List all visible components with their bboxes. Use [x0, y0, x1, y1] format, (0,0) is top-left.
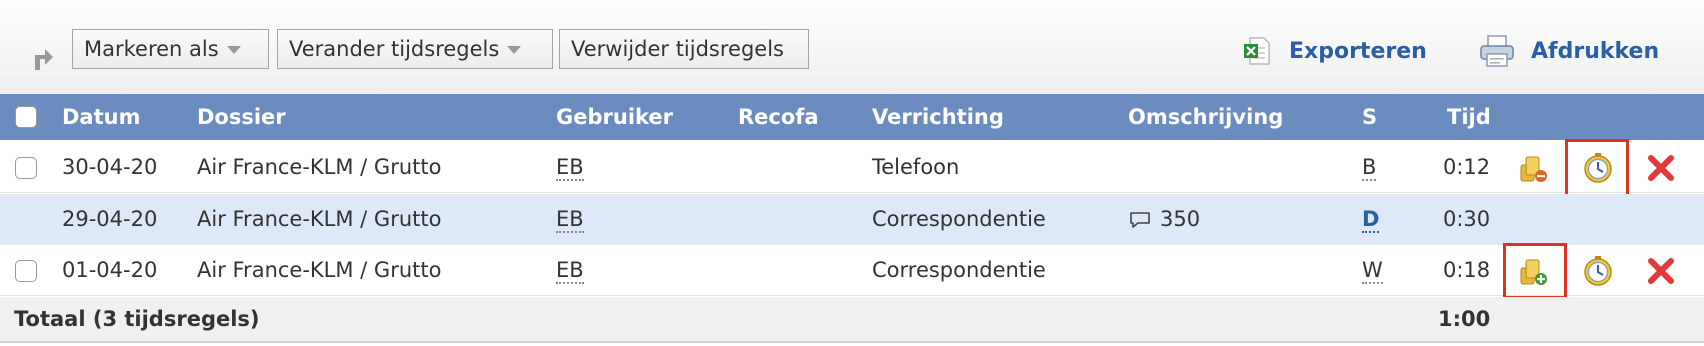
- row-description[interactable]: 350: [1128, 194, 1200, 245]
- column-recofa[interactable]: Recofa: [738, 94, 819, 140]
- column-datum[interactable]: Datum: [62, 94, 140, 140]
- row-user[interactable]: EB: [556, 258, 584, 284]
- table-row[interactable]: 29-04-20 Air France-KLM / Grutto EB Corr…: [0, 194, 1704, 245]
- delete-lines-button[interactable]: Verwijder tijdsregels: [559, 29, 809, 69]
- column-omschrijving[interactable]: Omschrijving: [1128, 94, 1283, 140]
- table-header: Datum Dossier Gebruiker Recofa Verrichti…: [0, 94, 1704, 140]
- coins-remove-icon[interactable]: [1516, 151, 1550, 185]
- bulk-action-arrow-icon: [35, 49, 53, 70]
- row-dossier: Air France-KLM / Grutto: [197, 207, 442, 231]
- column-dossier[interactable]: Dossier: [197, 94, 286, 140]
- mark-as-label: Markeren als: [84, 37, 219, 61]
- delete-lines-label: Verwijder tijdsregels: [571, 37, 784, 61]
- table-row[interactable]: 30-04-20 Air France-KLM / Grutto EB Tele…: [0, 139, 1704, 197]
- excel-icon: [1244, 37, 1270, 65]
- row-dossier: Air France-KLM / Grutto: [197, 155, 442, 179]
- row-date: 29-04-20: [62, 207, 158, 231]
- chevron-down-icon: [226, 46, 241, 54]
- change-lines-label: Verander tijdsregels: [289, 37, 500, 61]
- row-dossier: Air France-KLM / Grutto: [197, 258, 442, 282]
- time-entries-panel: Markeren als Verander tijdsregels Verwij…: [0, 0, 1704, 346]
- row-date: 01-04-20: [62, 258, 158, 282]
- column-gebruiker[interactable]: Gebruiker: [556, 94, 673, 140]
- comment-icon: [1130, 212, 1150, 228]
- table-footer: Totaal (3 tijdsregels) 1:00: [0, 297, 1704, 343]
- select-all-checkbox[interactable]: [15, 106, 37, 128]
- row-status[interactable]: D: [1362, 207, 1380, 233]
- toolbar: Markeren als Verander tijdsregels Verwij…: [0, 0, 1704, 94]
- row-time: 0:12: [1443, 155, 1491, 179]
- column-status[interactable]: S: [1362, 94, 1377, 140]
- comment-count: 350: [1160, 207, 1201, 231]
- change-lines-dropdown[interactable]: Verander tijdsregels: [277, 29, 553, 69]
- total-label: Totaal (3 tijdsregels): [14, 307, 260, 331]
- row-checkbox[interactable]: [15, 157, 37, 179]
- column-tijd[interactable]: Tijd: [1447, 94, 1491, 140]
- delete-icon[interactable]: [1644, 254, 1678, 288]
- row-action: Correspondentie: [872, 258, 1046, 282]
- add-coins-highlight-box: [1503, 243, 1567, 299]
- column-verrichting[interactable]: Verrichting: [872, 94, 1004, 140]
- print-link[interactable]: Afdrukken: [1479, 34, 1659, 68]
- print-label: Afdrukken: [1531, 38, 1660, 64]
- mark-as-dropdown[interactable]: Markeren als: [72, 29, 269, 69]
- chevron-down-icon: [507, 46, 522, 54]
- timer-icon[interactable]: [1581, 254, 1615, 288]
- delete-icon[interactable]: [1644, 151, 1678, 185]
- row-user[interactable]: EB: [556, 155, 584, 181]
- row-status[interactable]: B: [1362, 155, 1377, 181]
- timer-highlight-box: [1565, 139, 1629, 197]
- table-row[interactable]: 01-04-20 Air France-KLM / Grutto EB Corr…: [0, 243, 1704, 299]
- row-time: 0:30: [1443, 207, 1491, 231]
- row-time: 0:18: [1443, 258, 1491, 282]
- row-date: 30-04-20: [62, 155, 158, 179]
- row-user[interactable]: EB: [556, 207, 584, 233]
- row-action: Correspondentie: [872, 207, 1046, 231]
- row-checkbox[interactable]: [15, 260, 37, 282]
- total-time: 1:00: [1438, 307, 1491, 331]
- printer-icon: [1480, 35, 1514, 67]
- export-link[interactable]: Exporteren: [1241, 34, 1427, 68]
- export-label: Exporteren: [1289, 38, 1427, 64]
- row-status[interactable]: W: [1362, 258, 1383, 284]
- row-action: Telefoon: [872, 155, 960, 179]
